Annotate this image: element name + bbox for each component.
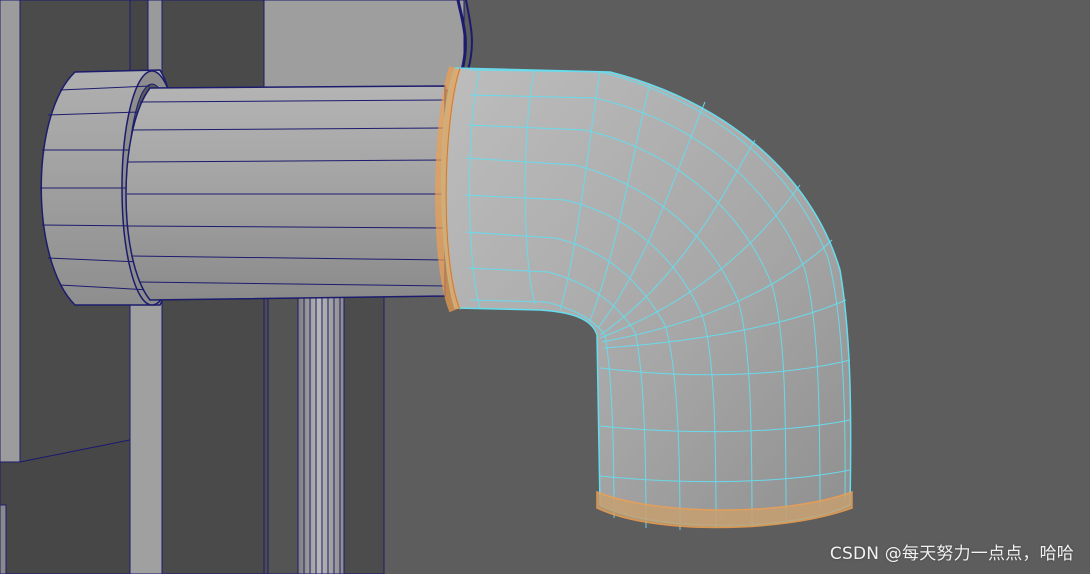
horizontal-pipe[interactable] (125, 85, 446, 301)
scene-canvas[interactable] (0, 0, 1090, 574)
3d-viewport[interactable]: CSDN @每天努力一点点，哈哈 (0, 0, 1090, 574)
watermark-text: CSDN @每天努力一点点，哈哈 (829, 544, 1074, 564)
vertical-post[interactable] (267, 291, 345, 574)
elbow-pipe[interactable] (435, 66, 853, 531)
